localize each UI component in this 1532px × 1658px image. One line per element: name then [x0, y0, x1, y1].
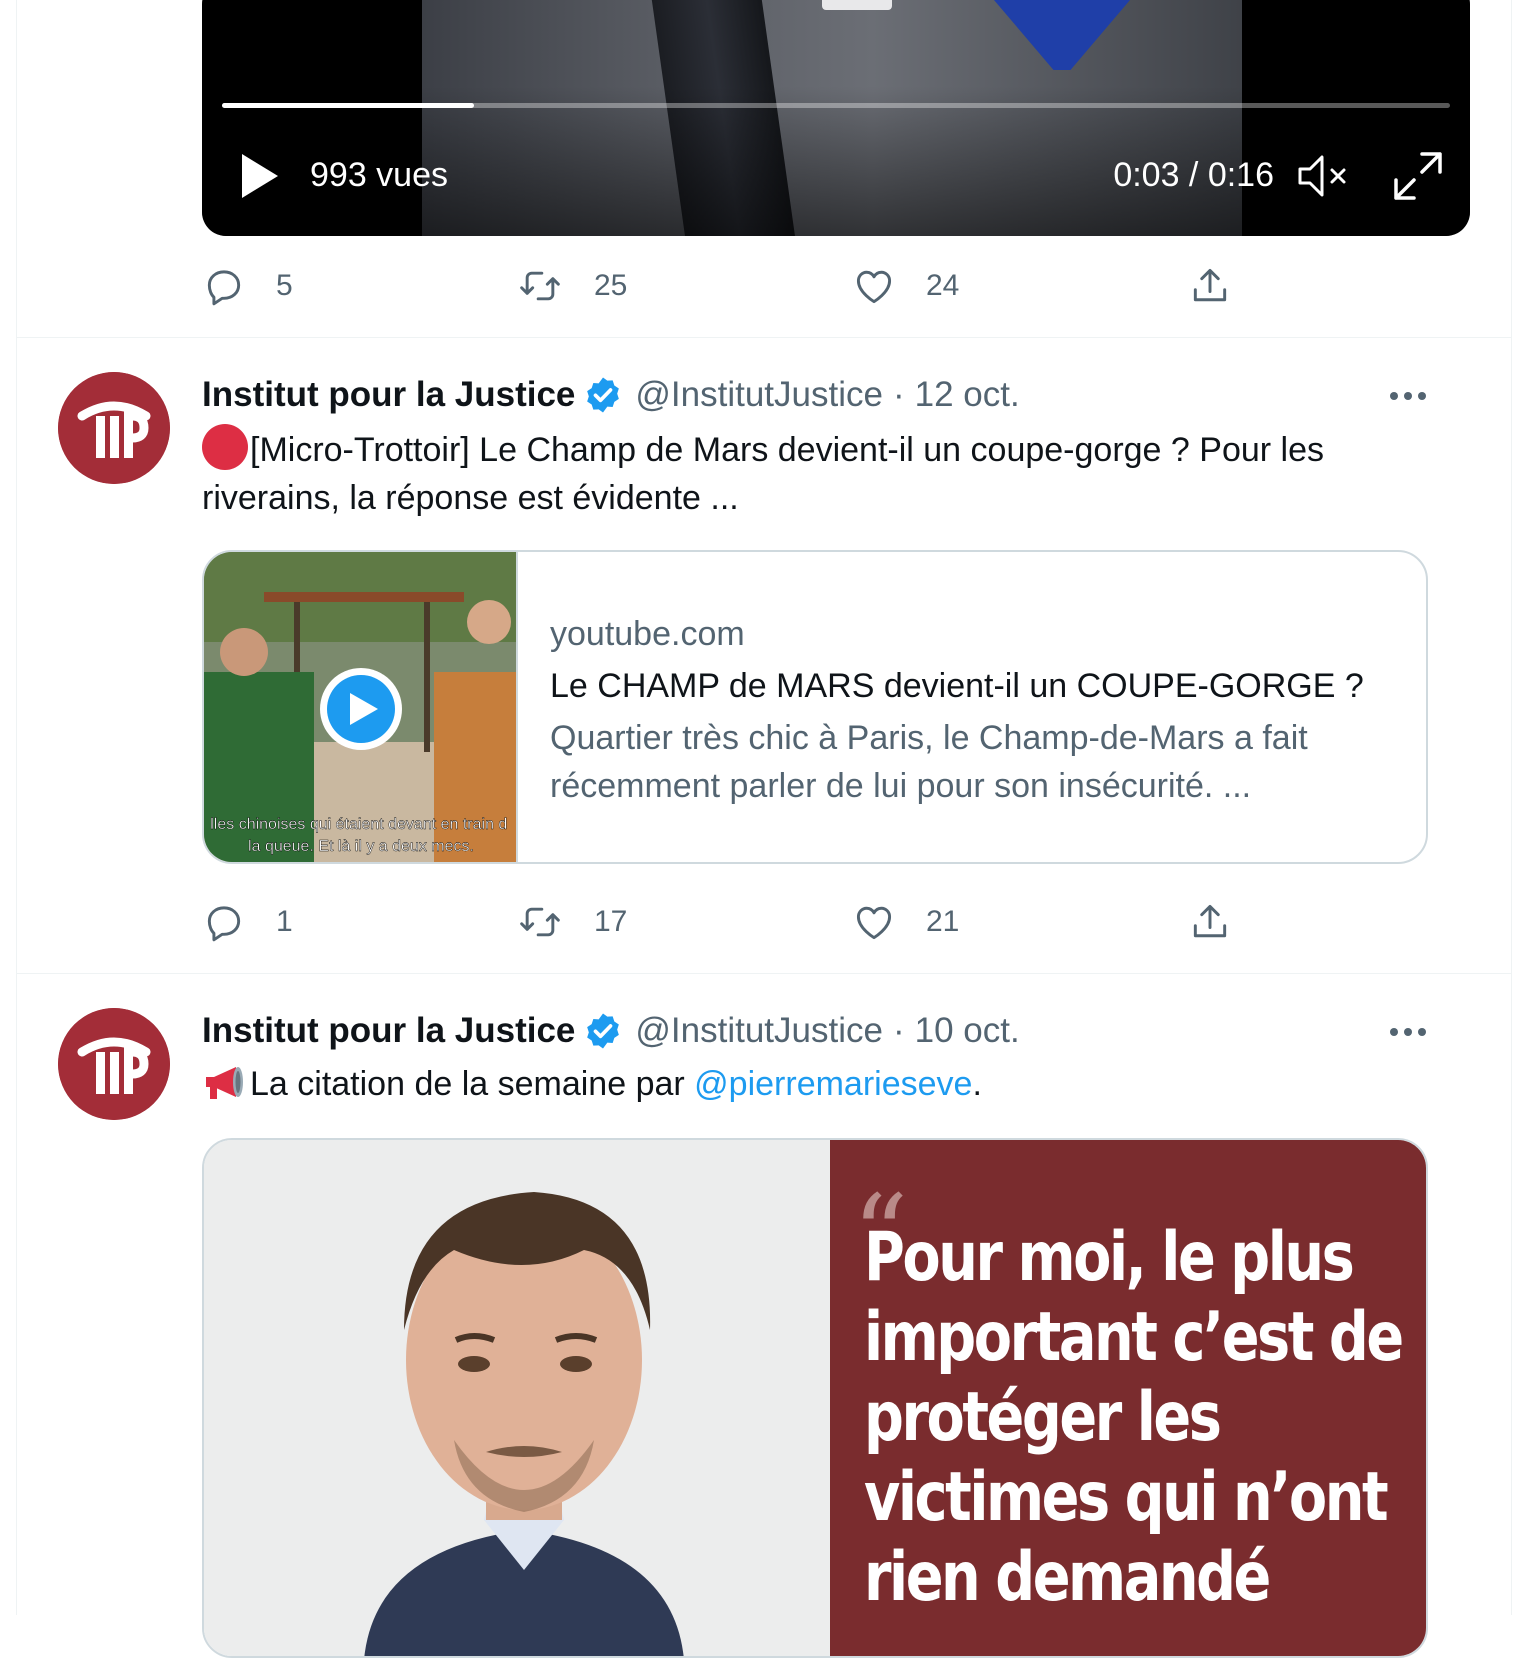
mention-link[interactable]: @pierremarieseve: [694, 1065, 972, 1103]
heart-icon: [856, 270, 892, 304]
avatar[interactable]: [58, 1008, 170, 1120]
like-count: 24: [926, 269, 960, 302]
video-flag: [977, 0, 1147, 70]
megaphone-icon: [206, 1067, 243, 1099]
retweet-button[interactable]: 25: [518, 260, 627, 312]
quote-line: important c’est de: [864, 1298, 1404, 1377]
reply-count: 1: [276, 905, 293, 938]
video-object: [822, 0, 892, 10]
retweet-icon: [520, 907, 560, 937]
share-icon: [1193, 268, 1227, 302]
tweet-divider: [16, 337, 1512, 338]
like-count: 21: [926, 905, 960, 938]
share-button[interactable]: [1188, 896, 1232, 948]
card-info: youtube.com Le CHAMP de MARS devient-il …: [550, 610, 1396, 810]
tweet-image[interactable]: “ Pour moi, le plus important c’est de p…: [202, 1138, 1428, 1658]
tweet-actions: 1 17 21: [202, 896, 1282, 948]
quote-line: protéger les: [864, 1378, 1222, 1457]
tweet-text-content: [Micro-Trottoir] Le Champ de Mars devien…: [202, 431, 1324, 517]
card-thumbnail: lles chinoises qui étaient devant en tra…: [204, 552, 518, 862]
quote-line: Pour moi, le plus: [864, 1218, 1355, 1297]
tweet-header: Institut pour la Justice @InstitutJustic…: [202, 1006, 1020, 1056]
like-button[interactable]: 21: [852, 896, 959, 948]
more-options-icon[interactable]: [1386, 1022, 1430, 1042]
share-button[interactable]: [1188, 260, 1232, 312]
like-button[interactable]: 24: [852, 260, 959, 312]
fullscreen-icon[interactable]: [1392, 150, 1444, 202]
more-options-icon[interactable]: [1386, 386, 1430, 406]
separator-dot: ·: [892, 375, 905, 414]
author-handle[interactable]: @InstitutJustice: [635, 375, 883, 415]
muted-speaker-icon[interactable]: [1296, 152, 1350, 200]
author-name[interactable]: Institut pour la Justice: [202, 1011, 575, 1051]
red-circle-emoji: [202, 424, 248, 470]
heart-icon: [856, 906, 892, 940]
reply-button[interactable]: 5: [202, 260, 293, 312]
verified-badge-icon: [587, 377, 620, 413]
play-icon[interactable]: [240, 152, 280, 200]
share-icon: [1193, 904, 1227, 938]
tweet-date[interactable]: 10 oct.: [915, 1011, 1020, 1051]
verified-badge-icon: [587, 1013, 620, 1049]
video-time: 0:03 / 0:16: [1113, 156, 1274, 194]
retweet-button[interactable]: 17: [518, 896, 627, 948]
link-card[interactable]: lles chinoises qui étaient devant en tra…: [202, 550, 1428, 864]
tweet-date[interactable]: 12 oct.: [915, 375, 1020, 415]
tweet-header: Institut pour la Justice @InstitutJustic…: [202, 370, 1020, 420]
card-description: Quartier très chic à Paris, le Champ-de-…: [550, 719, 1308, 805]
reply-icon: [207, 270, 241, 306]
tweet-text: La citation de la semaine par @pierremar…: [202, 1060, 1422, 1108]
quote-line: rien demandé: [864, 1538, 1271, 1617]
video-view-count: 993 vues: [310, 156, 448, 194]
video-progress-fill: [222, 103, 474, 108]
tweet-actions: 5 25 24: [202, 260, 1282, 312]
reply-button[interactable]: 1: [202, 896, 293, 948]
tweet-divider: [16, 973, 1512, 974]
tweet-text-before: La citation de la semaine par: [250, 1065, 695, 1103]
quote-line: victimes qui n’ont: [864, 1458, 1389, 1537]
reply-icon: [207, 906, 241, 942]
tweet-text: [Micro-Trottoir] Le Champ de Mars devien…: [202, 424, 1422, 522]
retweet-icon: [520, 271, 560, 301]
portrait-photo: [204, 1140, 830, 1656]
thumbnail-caption-line1: lles chinoises qui étaient devant en tra…: [210, 816, 507, 833]
card-title: Le CHAMP de MARS devient-il un COUPE-GOR…: [550, 667, 1364, 705]
quote-text: Pour moi, le plus important c’est de pro…: [864, 1218, 1404, 1618]
video-player[interactable]: 993 vues 0:03 / 0:16: [202, 0, 1470, 236]
reply-count: 5: [276, 269, 293, 302]
tweet-text-after: .: [972, 1065, 982, 1103]
quote-panel: “ Pour moi, le plus important c’est de p…: [830, 1140, 1426, 1656]
retweet-count: 25: [594, 269, 628, 302]
author-handle[interactable]: @InstitutJustice: [635, 1011, 883, 1051]
video-progress-bar[interactable]: [222, 103, 1450, 108]
retweet-count: 17: [594, 905, 628, 938]
card-domain: youtube.com: [550, 615, 745, 653]
avatar[interactable]: [58, 372, 170, 484]
separator-dot: ·: [892, 1011, 905, 1050]
author-name[interactable]: Institut pour la Justice: [202, 375, 575, 415]
thumbnail-caption-line2: la queue. Et là il y a deux mecs.: [248, 838, 474, 855]
